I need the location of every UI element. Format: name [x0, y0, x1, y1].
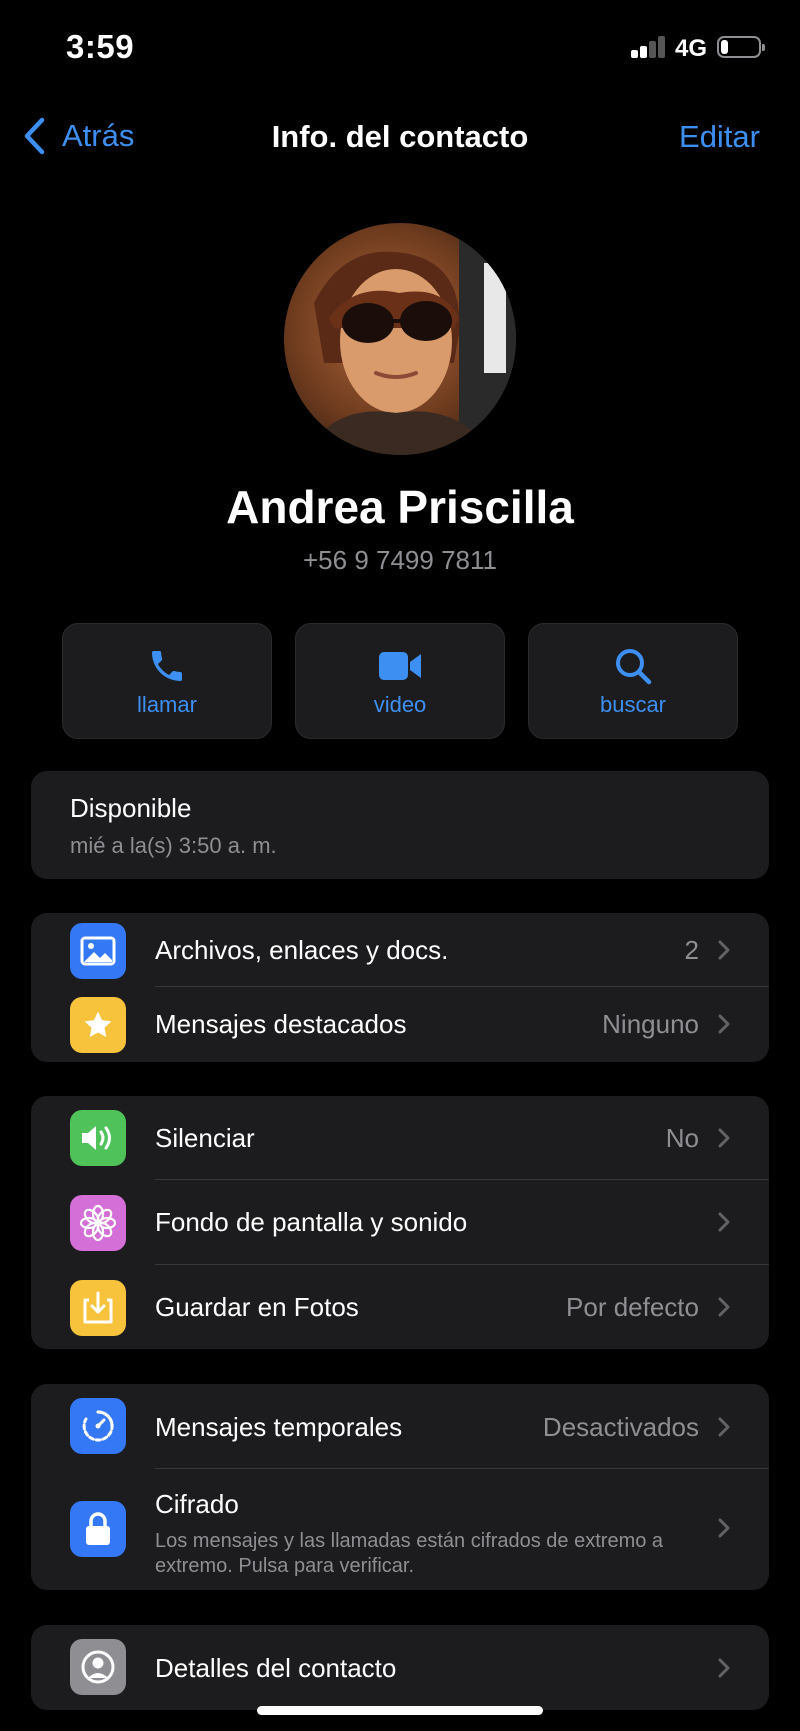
- row-value: Ninguno: [602, 1009, 699, 1039]
- action-buttons: llamar video buscar: [62, 623, 738, 739]
- avatar[interactable]: [284, 223, 516, 455]
- chevron-right-icon: [718, 1014, 730, 1034]
- photo-icon: [70, 923, 126, 979]
- cellular-signal-icon: [631, 36, 667, 58]
- row-label: Detalles del contacto: [155, 1653, 397, 1683]
- row-label: Mensajes destacados: [155, 1009, 407, 1039]
- video-label: video: [373, 692, 427, 717]
- save-to-photos-row[interactable]: Guardar en Fotos Por defecto: [31, 1265, 769, 1349]
- battery-level: [721, 40, 728, 54]
- row-label: Silenciar: [155, 1123, 255, 1153]
- call-button[interactable]: llamar: [62, 623, 272, 739]
- edit-button[interactable]: Editar: [679, 119, 760, 155]
- chevron-right-icon: [718, 1297, 730, 1317]
- row-value: 2: [684, 935, 699, 965]
- encryption-label: Cifrado: [155, 1489, 239, 1519]
- timer-icon: [70, 1398, 126, 1454]
- mute-row[interactable]: Silenciar No: [31, 1096, 769, 1180]
- encryption-description: Los mensajes y las llamadas están cifrad…: [155, 1530, 664, 1577]
- flower-icon: [70, 1195, 126, 1251]
- chevron-right-icon: [718, 1212, 730, 1232]
- media-group: Archivos, enlaces y docs. 2 Mensajes des…: [31, 913, 769, 1062]
- row-value: Desactivados: [542, 1412, 699, 1442]
- row-label: Mensajes temporales: [155, 1412, 403, 1442]
- video-call-button[interactable]: video: [295, 623, 505, 739]
- privacy-group: Mensajes temporales Desactivados Cifrado…: [31, 1384, 769, 1590]
- navigation-bar: Atrás Info. del contacto Editar: [0, 100, 800, 172]
- battery-icon: [717, 36, 765, 58]
- row-label: Fondo de pantalla y sonido: [155, 1207, 468, 1237]
- download-icon: [70, 1280, 126, 1336]
- star-icon: [70, 997, 126, 1053]
- about-text: Disponible: [70, 793, 192, 823]
- row-label: Guardar en Fotos: [155, 1292, 359, 1322]
- wallpaper-sound-row[interactable]: Fondo de pantalla y sonido: [31, 1180, 769, 1265]
- disappearing-messages-row[interactable]: Mensajes temporales Desactivados: [31, 1384, 769, 1469]
- network-type: 4G: [675, 35, 708, 62]
- status-bar: 3:59 4G: [0, 0, 800, 100]
- lock-icon: [70, 1501, 126, 1557]
- search-label: buscar: [599, 692, 667, 717]
- about-card: Disponible mié a la(s) 3:50 a. m.: [31, 771, 769, 879]
- video-camera-icon: [379, 652, 421, 680]
- about-date: mié a la(s) 3:50 a. m.: [70, 833, 277, 858]
- status-time: 3:59: [66, 28, 135, 65]
- search-button[interactable]: buscar: [528, 623, 738, 739]
- contact-details-group: Detalles del contacto: [31, 1625, 769, 1710]
- row-label: Archivos, enlaces y docs.: [155, 935, 449, 965]
- chevron-right-icon: [718, 1518, 730, 1538]
- chevron-right-icon: [718, 940, 730, 960]
- row-value: No: [665, 1123, 699, 1153]
- search-icon: [616, 649, 652, 685]
- chevron-right-icon: [718, 1658, 730, 1678]
- home-indicator[interactable]: [257, 1706, 543, 1715]
- speaker-icon: [70, 1110, 126, 1166]
- chevron-right-icon: [718, 1128, 730, 1148]
- settings-group: Silenciar No Fondo de pantalla y sonido: [31, 1096, 769, 1349]
- contact-phone: +56 9 7499 7811: [303, 545, 497, 575]
- media-links-docs-row[interactable]: Archivos, enlaces y docs. 2: [31, 913, 769, 987]
- contact-person-icon: [70, 1639, 126, 1695]
- starred-messages-row[interactable]: Mensajes destacados Ninguno: [31, 987, 769, 1062]
- encryption-row[interactable]: Cifrado Los mensajes y las llamadas está…: [31, 1469, 769, 1590]
- contact-name: Andrea Priscilla: [226, 481, 574, 533]
- row-value: Por defecto: [566, 1292, 699, 1322]
- phone-icon: [152, 651, 182, 681]
- call-label: llamar: [137, 692, 197, 717]
- chevron-right-icon: [718, 1417, 730, 1437]
- contact-details-row[interactable]: Detalles del contacto: [31, 1625, 769, 1710]
